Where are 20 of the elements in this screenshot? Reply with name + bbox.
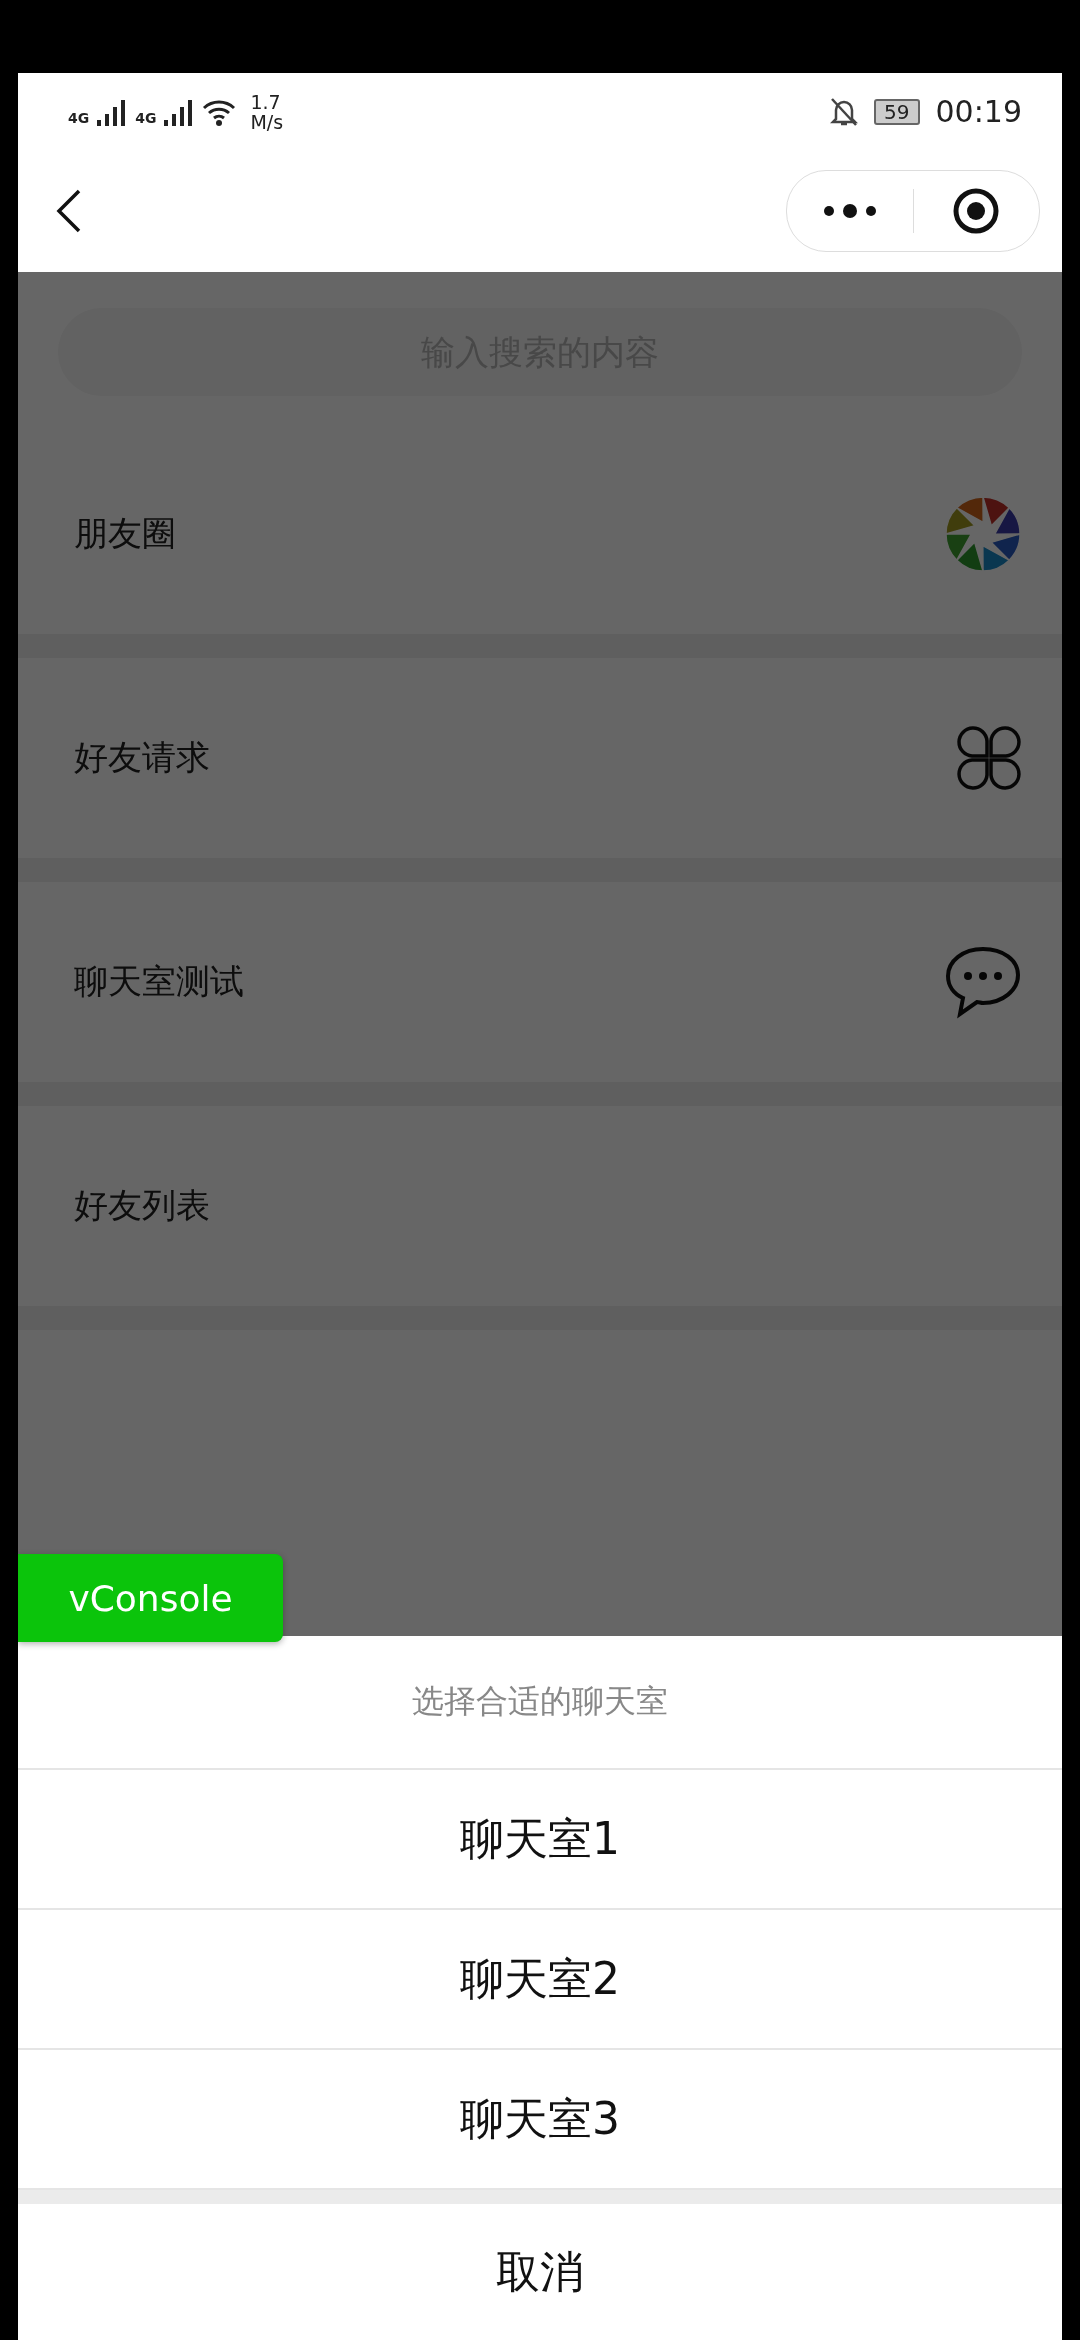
menu-item-label: 好友请求 [74,736,210,779]
vconsole-button[interactable]: vConsole [18,1554,283,1642]
menu-item-label: 好友列表 [74,1184,210,1227]
clock: 00:19 [935,94,1022,129]
speed-unit: M/s [250,111,284,132]
back-icon[interactable] [56,189,82,233]
network-type: 4G [135,109,157,126]
chat-bubble-icon [944,945,1022,1019]
menu-item-label: 朋友圈 [74,512,176,555]
muted-bell-icon [830,96,859,127]
clover-icon [956,725,1022,791]
aperture-icon [944,495,1022,573]
menu-item-label: 聊天室测试 [74,960,244,1003]
signal-icon [97,97,128,126]
network-speed: 1.7 [250,91,282,112]
target-circle-icon [952,187,1001,235]
signal-icon [164,97,195,126]
battery-level: 59 [874,98,920,125]
network-type: 4G [68,109,90,126]
more-dots-icon [821,204,878,218]
